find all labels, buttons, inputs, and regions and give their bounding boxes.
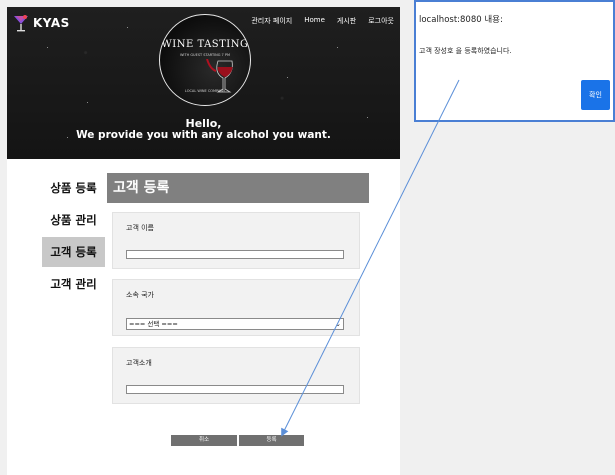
logo-text: KYAS (33, 16, 70, 30)
customer-intro-label: 고객소개 (126, 359, 152, 367)
hero-banner: KYAS 관리자 페이지 Home 게시판 로그아웃 WINE TASTING … (7, 7, 400, 159)
country-panel: 소속 국가 === 선택 === ⌄ (112, 279, 360, 336)
cancel-button[interactable]: 취소 (171, 435, 237, 446)
customer-name-input[interactable] (126, 250, 344, 259)
wine-glass-icon (206, 59, 233, 93)
country-select[interactable]: === 선택 === ⌄ (126, 318, 344, 330)
hero-tagline: We provide you with any alcohol you want… (76, 129, 331, 141)
wine-tasting-badge: WINE TASTING WITH GUEST STARTING 7 PM LO… (159, 14, 251, 106)
country-label: 소속 국가 (126, 291, 154, 299)
customer-name-panel: 고객 이름 (112, 212, 360, 269)
alert-dialog: localhost:8080 내용: 고객 장성호 을 등록하였습니다. 확인 (414, 0, 615, 122)
chevron-down-icon: ⌄ (335, 320, 341, 328)
top-nav: 관리자 페이지 Home 게시판 로그아웃 (251, 16, 394, 26)
sidebar-item-customer-register[interactable]: 고객 등록 (42, 237, 105, 267)
nav-logout[interactable]: 로그아웃 (368, 16, 394, 26)
dialog-message: 고객 장성호 을 등록하였습니다. (419, 47, 512, 55)
nav-board[interactable]: 게시판 (337, 16, 356, 26)
country-select-value: === 선택 === (129, 320, 178, 328)
customer-intro-panel: 고객소개 (112, 347, 360, 404)
sidebar-item-customer-manage[interactable]: 고객 관리 (42, 269, 105, 299)
sidebar: 상품 등록 상품 관리 고객 등록 고객 관리 (42, 173, 105, 301)
submit-button[interactable]: 등록 (239, 435, 304, 446)
logo[interactable]: KYAS (13, 14, 70, 32)
customer-name-label: 고객 이름 (126, 224, 154, 232)
cocktail-glass-icon (14, 15, 28, 32)
wine-tasting-subtitle: WITH GUEST STARTING 7 PM (179, 53, 231, 57)
wine-tasting-title: WINE TASTING (161, 39, 249, 50)
dialog-title: localhost:8080 내용: (419, 15, 503, 25)
dialog-ok-button[interactable]: 확인 (581, 80, 610, 110)
sidebar-item-product-manage[interactable]: 상품 관리 (42, 205, 105, 235)
nav-admin-page[interactable]: 관리자 페이지 (251, 16, 292, 26)
section-title: 고객 등록 (107, 173, 369, 203)
customer-intro-input[interactable] (126, 385, 344, 394)
sidebar-item-product-register[interactable]: 상품 등록 (42, 173, 105, 203)
nav-home[interactable]: Home (304, 16, 325, 26)
wine-company-text: LOCAL WINE COMPANY (184, 89, 226, 93)
page: KYAS 관리자 페이지 Home 게시판 로그아웃 WINE TASTING … (7, 7, 400, 475)
